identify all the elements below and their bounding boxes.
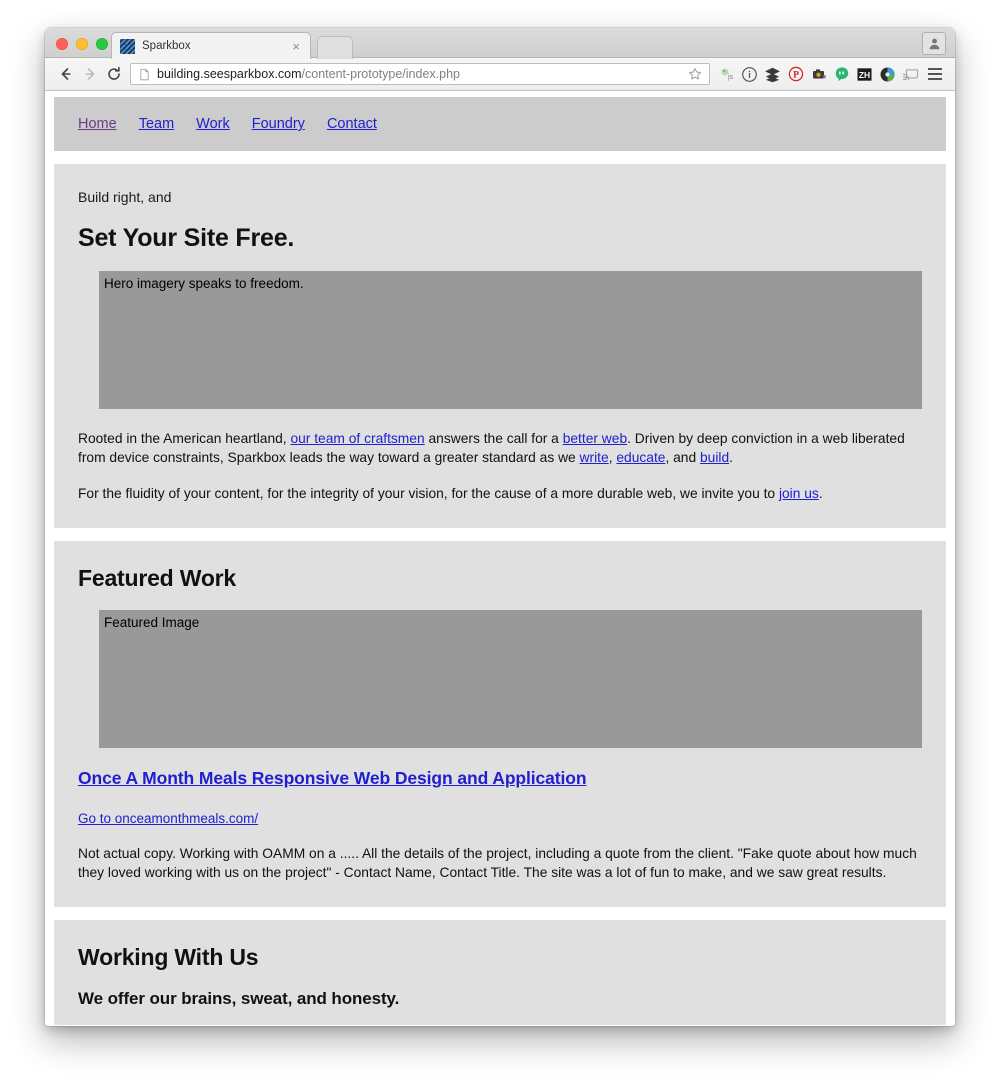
link-go-to-site[interactable]: Go to onceamonthmeals.com/ [78, 811, 258, 826]
info-circle-icon[interactable] [739, 63, 760, 85]
new-tab-button[interactable] [317, 36, 353, 59]
hero-paragraph-1: Rooted in the American heartland, our te… [78, 429, 922, 468]
nav-link-foundry[interactable]: Foundry [252, 116, 305, 132]
working-with-us-heading: Working With Us [78, 943, 259, 970]
hangouts-icon[interactable] [831, 63, 852, 85]
profile-avatar-icon[interactable] [922, 32, 946, 55]
chrome-menu-button[interactable] [924, 63, 946, 85]
text-fragment: Rooted in the American heartland, [78, 430, 291, 446]
tab-strip: Sparkbox × [45, 28, 955, 59]
maximize-window-button[interactable] [96, 38, 108, 50]
colorzilla-icon[interactable] [877, 63, 898, 85]
close-window-button[interactable] [56, 38, 68, 50]
hero-paragraph-2: For the fluidity of your content, for th… [78, 484, 922, 504]
site-nav-band: Home Team Work Foundry Contact [54, 97, 946, 151]
close-tab-icon[interactable]: × [290, 40, 302, 53]
menu-line [928, 78, 942, 80]
featured-project-url: Go to onceamonthmeals.com/ [78, 809, 922, 828]
featured-work-heading: Featured Work [78, 564, 237, 591]
forward-button[interactable] [78, 62, 102, 86]
page-viewport: Home Team Work Foundry Contact Build rig… [45, 91, 955, 1025]
extension-tray: js P ZH [716, 63, 921, 85]
url-host: building.seesparkbox.com [157, 67, 302, 81]
working-with-us-section: Working With Us We offer our brains, swe… [54, 919, 946, 1025]
nav-link-team[interactable]: Team [139, 116, 174, 132]
link-join-us[interactable]: join us [779, 486, 819, 501]
back-button[interactable] [54, 62, 78, 86]
nav-link-contact[interactable]: Contact [327, 116, 377, 132]
nav-link-home[interactable]: Home [78, 116, 117, 132]
camera-icon[interactable] [808, 63, 829, 85]
menu-line [928, 68, 942, 70]
window-controls [56, 38, 108, 50]
link-build[interactable]: build [700, 450, 729, 465]
text-fragment: For the fluidity of your content, for th… [78, 486, 779, 502]
url-text: building.seesparkbox.com/content-prototy… [157, 67, 685, 81]
pinterest-icon[interactable]: P [785, 63, 806, 85]
svg-text:js: js [727, 74, 734, 81]
site-navigation: Home Team Work Foundry Contact [78, 116, 922, 132]
reload-button[interactable] [102, 62, 126, 86]
link-write[interactable]: write [580, 450, 609, 465]
featured-project-description: Not actual copy. Working with OAMM on a … [78, 845, 917, 881]
link-our-team-of-craftsmen[interactable]: our team of craftsmen [290, 431, 424, 446]
text-fragment: , and [665, 450, 700, 466]
link-educate[interactable]: educate [616, 450, 665, 465]
working-with-us-subheading: We offer our brains, sweat, and honesty. [78, 988, 400, 1008]
sparkbox-favicon [120, 38, 135, 54]
svg-text:P: P [793, 71, 799, 81]
url-path: /content-prototype/index.php [301, 67, 460, 81]
featured-work-section: Featured Work Featured Image Once A Mont… [54, 540, 946, 907]
layers-icon[interactable] [762, 63, 783, 85]
text-fragment: answers the call for a [424, 430, 563, 446]
minimize-window-button[interactable] [76, 38, 88, 50]
text-fragment: . [729, 450, 733, 466]
menu-line [928, 73, 942, 75]
address-bar[interactable]: building.seesparkbox.com/content-prototy… [130, 63, 710, 85]
svg-text:ZH: ZH [859, 69, 870, 79]
nav-link-work[interactable]: Work [196, 116, 230, 132]
zh-box-icon[interactable]: ZH [854, 63, 875, 85]
page-title: Set Your Site Free. [78, 223, 295, 252]
link-better-web[interactable]: better web [563, 431, 627, 446]
hero-image-alt-text: Hero imagery speaks to freedom. [104, 275, 304, 291]
hero-section: Build right, and Set Your Site Free. Her… [54, 164, 946, 528]
browser-window: Sparkbox × building.seesparkbox.com/cont… [45, 28, 955, 1026]
featured-image-alt-text: Featured Image [104, 614, 200, 630]
browser-toolbar: building.seesparkbox.com/content-prototy… [45, 58, 955, 91]
browser-tab[interactable]: Sparkbox × [111, 32, 311, 59]
tab-title: Sparkbox [142, 40, 191, 52]
bookmark-star-icon[interactable] [685, 64, 705, 84]
javascript-icon[interactable]: js [716, 63, 737, 85]
featured-project-title: Once A Month Meals Responsive Web Design… [78, 768, 922, 789]
link-featured-project[interactable]: Once A Month Meals Responsive Web Design… [78, 768, 587, 788]
featured-image-placeholder: Featured Image [99, 609, 922, 748]
text-fragment: . [818, 486, 823, 502]
hero-image-placeholder: Hero imagery speaks to freedom. [99, 270, 922, 409]
page-document-icon [140, 68, 149, 80]
page-content: Home Team Work Foundry Contact Build rig… [45, 97, 955, 1025]
hero-eyebrow: Build right, and [78, 189, 172, 205]
cast-icon[interactable] [900, 63, 921, 85]
